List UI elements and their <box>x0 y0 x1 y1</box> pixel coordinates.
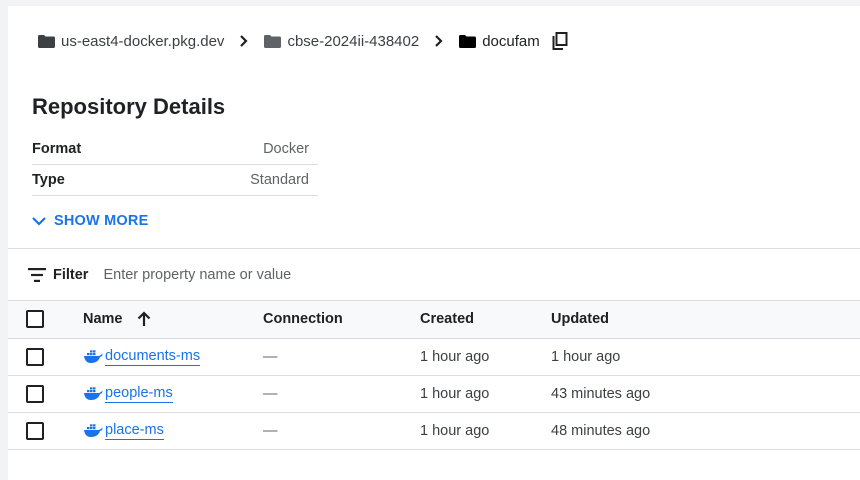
row-checkbox[interactable] <box>26 384 44 403</box>
detail-key: Type <box>32 172 65 188</box>
arrow-up-icon[interactable] <box>137 311 151 327</box>
filter-input[interactable] <box>103 266 504 283</box>
filter-label: Filter <box>53 266 89 283</box>
connection-cell: — <box>263 375 420 413</box>
name-cell: people-ms <box>83 375 263 413</box>
docker-icon <box>84 423 103 437</box>
column-header-connection[interactable]: Connection <box>263 301 420 339</box>
images-table: Name Connection Created Updated document… <box>8 301 860 450</box>
detail-key: Format <box>32 141 82 157</box>
breadcrumb-label: cbse-2024ii-438402 <box>287 32 420 50</box>
row-checkbox[interactable] <box>26 347 44 366</box>
filter-icon <box>28 267 46 282</box>
breadcrumb-item-repository: docufam <box>459 33 540 50</box>
table-row: place-ms — 1 hour ago 48 minutes ago <box>8 412 860 450</box>
row-select-cell <box>8 412 83 450</box>
column-header-name[interactable]: Name <box>83 301 263 339</box>
image-link[interactable]: people-ms <box>105 385 173 403</box>
breadcrumb-item-project[interactable]: cbse-2024ii-438402 <box>264 33 419 50</box>
docker-icon <box>84 386 103 400</box>
row-select-cell <box>8 375 83 413</box>
breadcrumb: us-east4-docker.pkg.dev cbse-2024ii-4384… <box>38 31 568 51</box>
details-table: Format Docker Type Standard <box>32 134 318 196</box>
column-header-created[interactable]: Created <box>420 301 551 339</box>
detail-value: Docker <box>263 141 309 157</box>
filter-bar: Filter <box>8 248 860 301</box>
updated-cell: 43 minutes ago <box>551 375 860 413</box>
column-label: Name <box>83 311 123 328</box>
detail-row-type: Type Standard <box>32 165 318 196</box>
copy-icon[interactable] <box>552 32 568 50</box>
connection-cell: — <box>263 412 420 450</box>
name-cell: documents-ms <box>83 338 263 376</box>
breadcrumb-item-host[interactable]: us-east4-docker.pkg.dev <box>38 33 224 50</box>
created-cell: 1 hour ago <box>420 375 551 413</box>
chevron-right-icon <box>234 31 254 51</box>
created-cell: 1 hour ago <box>420 412 551 450</box>
created-cell: 1 hour ago <box>420 338 551 376</box>
folder-icon <box>264 34 282 48</box>
connection-cell: — <box>263 338 420 376</box>
column-header-updated[interactable]: Updated <box>551 301 860 339</box>
chevron-right-icon <box>429 31 449 51</box>
updated-cell: 1 hour ago <box>551 338 860 376</box>
show-more-label: SHOW MORE <box>54 213 149 229</box>
folder-icon <box>38 34 55 48</box>
page-title: Repository Details <box>32 94 226 119</box>
row-checkbox[interactable] <box>26 421 44 440</box>
name-cell: place-ms <box>83 412 263 450</box>
image-link[interactable]: documents-ms <box>105 348 201 366</box>
detail-row-format: Format Docker <box>32 134 318 165</box>
breadcrumb-label: us-east4-docker.pkg.dev <box>61 32 225 50</box>
select-all-checkbox[interactable] <box>26 310 44 329</box>
row-select-cell <box>8 338 83 376</box>
select-all-cell <box>8 301 83 339</box>
folder-icon <box>459 34 477 48</box>
docker-icon <box>84 349 103 363</box>
show-more-button[interactable]: SHOW MORE <box>32 211 148 231</box>
repository-panel: us-east4-docker.pkg.dev cbse-2024ii-4384… <box>8 6 860 480</box>
updated-cell: 48 minutes ago <box>551 412 860 450</box>
table-row: documents-ms — 1 hour ago 1 hour ago <box>8 338 860 376</box>
breadcrumb-label: docufam <box>482 32 540 50</box>
table-header-row: Name Connection Created Updated <box>8 301 860 339</box>
chevron-down-icon <box>32 217 46 226</box>
detail-value: Standard <box>250 172 309 188</box>
table-row: people-ms — 1 hour ago 43 minutes ago <box>8 375 860 413</box>
image-link[interactable]: place-ms <box>105 422 164 440</box>
